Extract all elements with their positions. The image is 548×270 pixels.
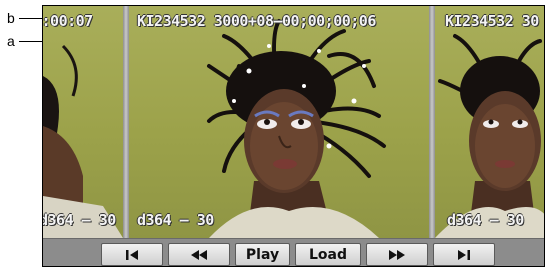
callout-label-a: a [7,33,15,49]
step-forward-button[interactable] [433,243,495,266]
step-back-icon [126,249,138,260]
play-button[interactable]: Play [235,243,290,266]
frame-timecode: 0:00:07 [43,12,93,30]
frame-label: d364 – 30 [137,211,214,229]
filmstrip-viewer: 0:00:07 d364 – 30 [42,5,545,267]
playback-control-bar: Play Load [43,238,544,266]
frame-current[interactable]: KI234532 3000+08–00;00;00;06 d364 – 30 [129,6,429,238]
frame-timecode: KI234532 3000+08–00;00;00;06 [137,12,376,30]
portrait-image [207,19,386,238]
portrait-image [43,44,123,238]
frame-label: d364 – 30 [447,211,524,229]
rewind-icon [191,249,207,260]
step-back-button[interactable] [101,243,163,266]
frame-next[interactable]: KI234532 30 d364 – 30 [435,6,544,238]
rewind-button[interactable] [168,243,230,266]
portrait-image [435,34,544,238]
callout-label-b: b [7,10,15,26]
fast-forward-button[interactable] [366,243,428,266]
frame-previous[interactable]: 0:00:07 d364 – 30 [43,6,123,238]
frame-label: d364 – 30 [43,211,116,229]
fast-forward-icon [389,249,405,260]
frame-timecode: KI234532 30 [445,12,539,30]
step-forward-icon [458,249,470,260]
load-button[interactable]: Load [295,243,361,266]
